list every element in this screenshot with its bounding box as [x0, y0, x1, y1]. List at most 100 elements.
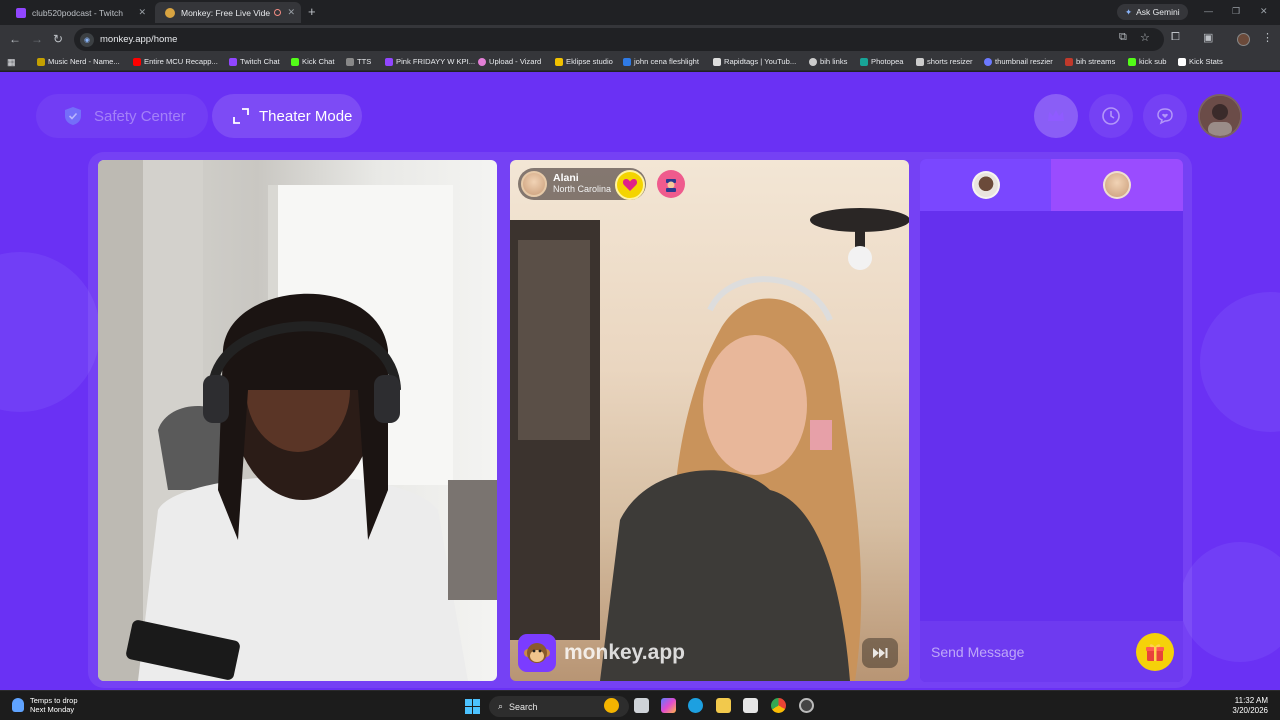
- tab-monkey[interactable]: Monkey: Free Live Video Ch ✕: [155, 2, 301, 23]
- monkey-favicon-icon: [165, 7, 175, 18]
- weather-widget[interactable]: Temps to drop Next Monday: [12, 696, 78, 714]
- weather-subtitle: Next Monday: [30, 705, 75, 714]
- watermark: monkey.app: [518, 634, 685, 672]
- address-bar[interactable]: ◉ monkey.app/home: [74, 28, 1164, 51]
- watermark-text: monkey.app: [564, 641, 685, 664]
- history-button[interactable]: [1089, 94, 1133, 138]
- chat-tab-peer[interactable]: [1051, 159, 1183, 211]
- crown-icon: [1048, 110, 1064, 121]
- windows-start-icon[interactable]: [465, 699, 480, 714]
- twitch-icon: [16, 7, 26, 18]
- self-camera-image: [98, 160, 497, 681]
- self-avatar: [971, 171, 1000, 199]
- peer-avatar: [1103, 171, 1131, 199]
- bookmark-item[interactable]: Entire MCU Recapp...: [133, 57, 218, 66]
- widget-app-icon[interactable]: [604, 698, 619, 713]
- bookmark-item[interactable]: Kick Chat: [291, 57, 335, 66]
- close-icon[interactable]: ✕: [138, 7, 146, 18]
- weather-title: Temps to drop: [30, 696, 78, 705]
- copilot-icon[interactable]: [661, 698, 676, 713]
- safety-center-label: Safety Center: [94, 107, 186, 125]
- cast-icon[interactable]: ⧉: [1119, 31, 1127, 44]
- gemini-icon: ✦: [1125, 6, 1133, 17]
- clock-time: 11:32 AM: [1234, 696, 1268, 705]
- task-view-icon[interactable]: [634, 698, 649, 713]
- browser-toolbar: ← → ↻ ◉ monkey.app/home ⧉ ☆ ⧠ ▣ ⋮: [0, 25, 1280, 54]
- reload-icon[interactable]: ↻: [53, 32, 63, 46]
- peer-camera-image: [510, 208, 909, 681]
- self-video-feed: [98, 160, 497, 681]
- peer-avatar: [521, 171, 547, 197]
- bookmark-item[interactable]: TTS: [346, 57, 371, 66]
- message-placeholder: Send Message: [931, 643, 1025, 660]
- clock-date: 3/20/2026: [1232, 706, 1268, 715]
- police-icon: [666, 179, 676, 192]
- user-avatar[interactable]: [1198, 94, 1242, 138]
- forward-icon[interactable]: →: [31, 32, 43, 46]
- chat-tab-self[interactable]: [920, 159, 1051, 211]
- bookmark-item[interactable]: Kick Stats: [1178, 57, 1223, 66]
- new-tab-button[interactable]: +: [308, 4, 316, 19]
- edge-icon[interactable]: [688, 698, 703, 713]
- store-icon[interactable]: [743, 698, 758, 713]
- tab-title: club520podcast - Twitch: [32, 7, 124, 18]
- fast-forward-icon: [873, 648, 888, 658]
- tab-twitch[interactable]: club520podcast - Twitch ✕: [6, 2, 152, 23]
- gift-button[interactable]: [1136, 633, 1174, 671]
- side-panel-icon[interactable]: ▣: [1203, 31, 1213, 44]
- tab-title: Monkey: Free Live Video Ch: [181, 7, 271, 18]
- bookmark-item[interactable]: Music Nerd - Name...: [37, 57, 120, 66]
- search-label: Search: [509, 701, 538, 712]
- peer-location: North Carolina: [553, 184, 612, 194]
- theater-mode-label: Theater Mode: [259, 107, 353, 125]
- bookmark-item[interactable]: Pink FRIDAYY W KPI...: [385, 57, 475, 66]
- bookmarks-bar: ▦ Music Nerd - Name... Entire MCU Recapp…: [0, 54, 1280, 71]
- extensions-icon[interactable]: ⧠: [1171, 31, 1180, 44]
- like-button[interactable]: [615, 170, 645, 200]
- file-explorer-icon[interactable]: [716, 698, 731, 713]
- bookmark-item[interactable]: Upload - Vizard: [478, 57, 541, 66]
- close-window-icon[interactable]: ✕: [1260, 6, 1268, 17]
- bookmark-item[interactable]: bih links: [809, 57, 847, 66]
- peer-name: Alani: [553, 172, 579, 184]
- clock-icon: [1102, 107, 1120, 125]
- theater-mode-button[interactable]: Theater Mode: [212, 94, 362, 138]
- peer-video-feed: Alani North Carolina monkey.app: [510, 160, 909, 681]
- close-icon[interactable]: ✕: [287, 7, 295, 18]
- safety-center-button[interactable]: Safety Center: [36, 94, 208, 138]
- menu-icon[interactable]: ⋮: [1262, 31, 1273, 44]
- profile-avatar[interactable]: [1237, 33, 1250, 46]
- browser-tab-strip: club520podcast - Twitch ✕ Monkey: Free L…: [0, 0, 1280, 25]
- monkey-logo-icon: [518, 634, 556, 672]
- message-input[interactable]: Send Message: [920, 621, 1183, 682]
- site-info-icon[interactable]: ◉: [80, 32, 94, 47]
- back-icon[interactable]: ←: [9, 32, 21, 46]
- apps-grid-icon[interactable]: ▦: [7, 57, 16, 68]
- gift-icon: [1146, 644, 1164, 661]
- bookmark-item[interactable]: Photopea: [860, 57, 904, 66]
- bookmark-star-icon[interactable]: ☆: [1140, 31, 1150, 44]
- ask-gemini-label: Ask Gemini: [1136, 7, 1180, 17]
- bookmark-item[interactable]: Twitch Chat: [229, 57, 280, 66]
- bookmark-item[interactable]: bih streams: [1065, 57, 1115, 66]
- messages-button[interactable]: [1143, 94, 1187, 138]
- system-clock[interactable]: 11:32 AM 3/20/2026: [1232, 696, 1268, 716]
- skip-button[interactable]: [862, 638, 898, 668]
- report-button[interactable]: [657, 170, 685, 198]
- minimize-icon[interactable]: —: [1204, 6, 1213, 16]
- url-text[interactable]: monkey.app/home: [100, 34, 177, 45]
- bookmark-item[interactable]: shorts resizer: [916, 57, 973, 66]
- obs-icon[interactable]: [799, 698, 814, 713]
- bookmark-item[interactable]: john cena fleshlight: [623, 57, 699, 66]
- windows-taskbar: Temps to drop Next Monday ⌕ Search 11:32…: [0, 690, 1280, 720]
- bookmark-item[interactable]: thumbnail reszier: [984, 57, 1053, 66]
- crown-button[interactable]: [1034, 94, 1078, 138]
- bookmark-item[interactable]: Eklipse studio: [555, 57, 613, 66]
- background-decoration: [1200, 292, 1280, 432]
- maximize-icon[interactable]: ❐: [1232, 6, 1240, 17]
- chrome-icon[interactable]: [771, 698, 786, 713]
- ask-gemini-button[interactable]: ✦ Ask Gemini: [1117, 4, 1188, 20]
- bookmark-item[interactable]: kick sub: [1128, 57, 1166, 66]
- bookmark-item[interactable]: Rapidtags | YouTub...: [713, 57, 796, 66]
- monkey-app-page: Safety Center Theater Mode Alani North C…: [0, 72, 1280, 690]
